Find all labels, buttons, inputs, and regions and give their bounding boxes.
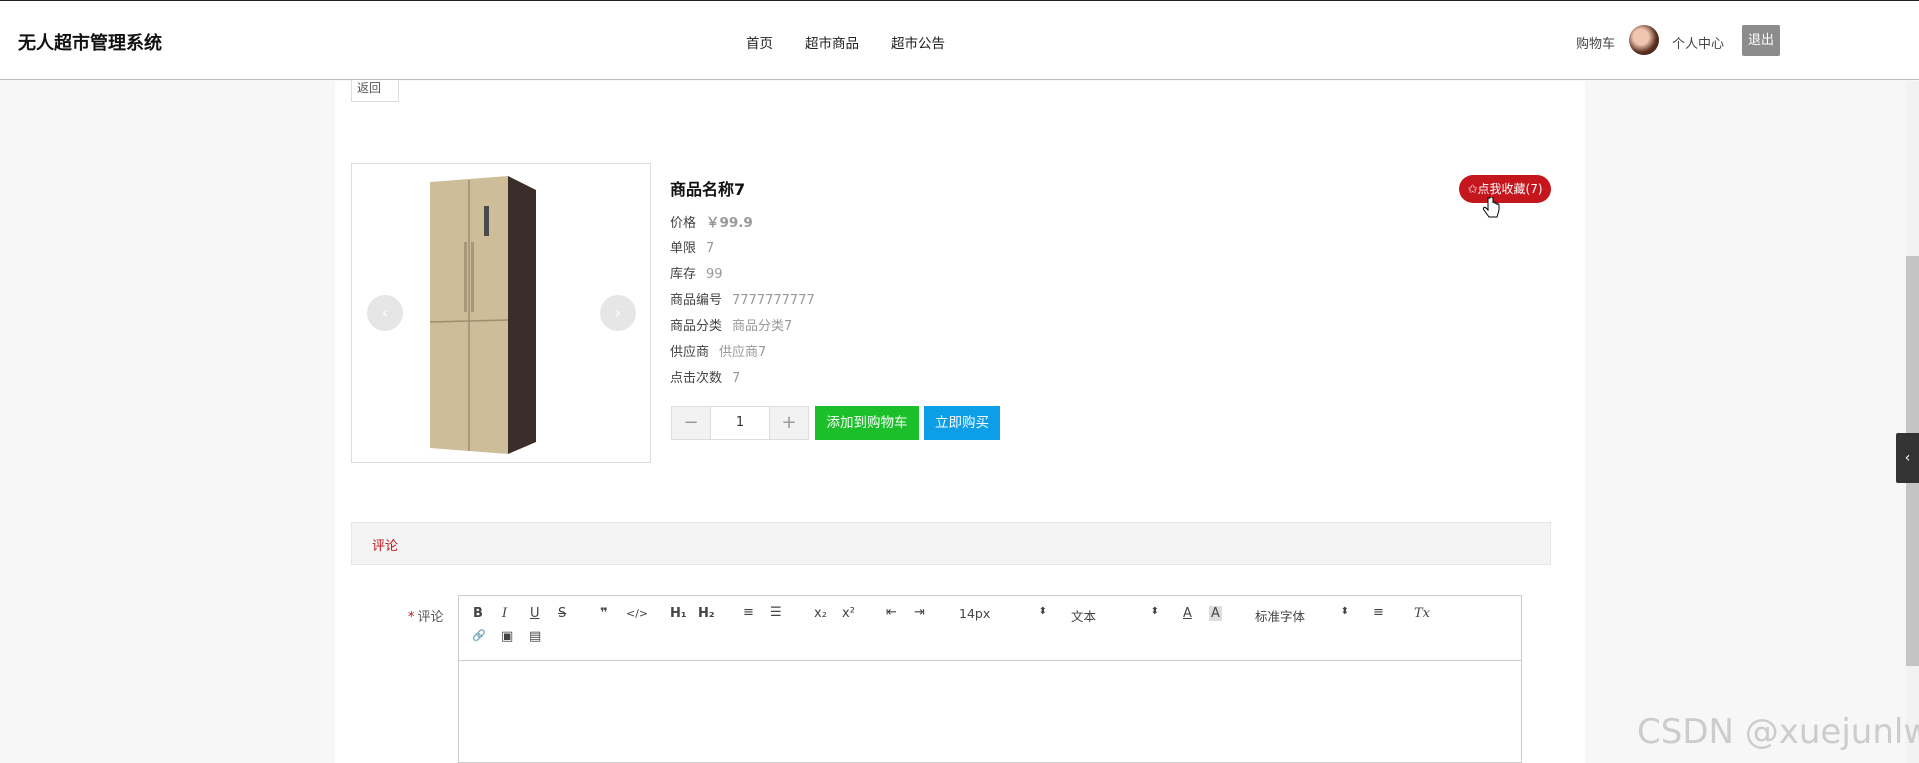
main-nav: 首页 超市商品 超市公告: [746, 32, 945, 52]
product-info: 商品名称7 价格 ￥99.9 单限 7 库存 99 商品编号 7777777777 商品…: [670, 176, 815, 392]
italic-button[interactable]: I: [502, 606, 507, 621]
nav-notices[interactable]: 超市公告: [891, 32, 945, 52]
field-click-count: 点击次数 7: [670, 366, 815, 392]
font-size-select[interactable]: 14px ⬍: [959, 606, 1047, 621]
field-label: 价格: [670, 216, 697, 231]
side-panel-toggle[interactable]: ‹: [1896, 433, 1919, 483]
font-color-button[interactable]: A: [1183, 606, 1192, 621]
field-stock: 库存 99: [670, 262, 815, 288]
align-button[interactable]: ≡: [1373, 605, 1384, 620]
subscript-button[interactable]: x₂: [814, 606, 827, 621]
carousel-next-button[interactable]: ›: [600, 295, 636, 331]
product-image: [429, 176, 536, 454]
hand-cursor-icon: [1482, 197, 1500, 218]
field-label: 商品编号: [670, 293, 723, 308]
field-label: 点击次数: [670, 371, 723, 386]
field-label: 库存: [670, 267, 697, 282]
comment-form-label: * 评论: [408, 606, 444, 625]
field-value: 99: [706, 267, 723, 282]
link-icon[interactable]: 🔗: [472, 629, 486, 642]
header-select[interactable]: 文本 ⬍: [1071, 606, 1159, 625]
quantity-increase-button[interactable]: +: [769, 406, 809, 440]
header-value: 文本: [1071, 609, 1097, 624]
outdent-button[interactable]: ⇤: [886, 605, 897, 620]
field-value: 7: [706, 241, 715, 256]
bold-button[interactable]: B: [473, 606, 483, 621]
editor-toolbar: B I U S ❞ </> H₁ H₂ ≡ ☰ x₂ x² ⇤ ⇥ 14px ⬍ …: [459, 596, 1521, 661]
comment-tab[interactable]: 评论: [351, 522, 1551, 565]
logout-button[interactable]: 退出: [1742, 25, 1780, 56]
field-category: 商品分类 商品分类7: [670, 314, 815, 340]
brand-title: 无人超市管理系统: [18, 33, 162, 54]
clean-format-button[interactable]: Tx: [1414, 606, 1430, 621]
nav-home[interactable]: 首页: [746, 32, 773, 52]
nav-products[interactable]: 超市商品: [805, 32, 859, 52]
underline-button[interactable]: U: [530, 606, 540, 621]
superscript-button[interactable]: x²: [842, 606, 855, 621]
font-size-value: 14px: [959, 606, 991, 621]
comment-label-text: 评论: [417, 610, 444, 625]
field-product-code: 商品编号 7777777777: [670, 288, 815, 314]
chevron-updown-icon: ⬍: [1038, 606, 1047, 617]
code-block-button[interactable]: </>: [626, 607, 648, 620]
quantity-input[interactable]: 1: [711, 406, 769, 440]
field-label: 商品分类: [670, 319, 723, 334]
carousel-prev-button[interactable]: ‹: [367, 295, 403, 331]
field-label: 单限: [670, 241, 697, 256]
field-value: 商品分类7: [732, 319, 793, 334]
add-to-cart-button[interactable]: 添加到购物车: [815, 406, 919, 440]
buy-now-button[interactable]: 立即购买: [924, 406, 1000, 440]
chevron-updown-icon: ⬍: [1340, 606, 1349, 617]
ordered-list-button[interactable]: ≡: [743, 605, 754, 620]
field-value: ￥99.9: [706, 215, 753, 231]
quantity-decrease-button[interactable]: −: [671, 406, 711, 440]
video-icon[interactable]: ▤: [529, 629, 541, 644]
field-value: 7777777777: [732, 293, 815, 308]
field-limit: 单限 7: [670, 236, 815, 262]
font-family-value: 标准字体: [1255, 609, 1306, 624]
editor-content-area[interactable]: [459, 661, 1521, 761]
user-area: 购物车 个人中心 退出: [1539, 25, 1919, 57]
field-value: 7: [732, 371, 741, 386]
heading-1-button[interactable]: H₁: [670, 606, 687, 621]
blockquote-button[interactable]: ❞: [600, 606, 608, 621]
avatar[interactable]: [1629, 25, 1659, 55]
field-price: 价格 ￥99.9: [670, 210, 815, 236]
field-supplier: 供应商 供应商7: [670, 340, 815, 366]
heading-2-button[interactable]: H₂: [698, 606, 715, 621]
favorite-button[interactable]: ✩点我收藏(7): [1459, 175, 1551, 203]
required-mark: *: [408, 610, 415, 625]
back-button[interactable]: 返回: [351, 80, 399, 102]
personal-center-link[interactable]: 个人中心: [1672, 33, 1724, 52]
image-icon[interactable]: ▣: [501, 629, 513, 644]
indent-button[interactable]: ⇥: [914, 605, 925, 620]
purchase-controls: − 1 + 添加到购物车 立即购买: [671, 406, 1000, 440]
field-label: 供应商: [670, 345, 710, 360]
cart-link[interactable]: 购物车: [1576, 33, 1615, 52]
field-value: 供应商7: [719, 345, 767, 360]
product-name: 商品名称7: [670, 180, 746, 199]
background-color-button[interactable]: A: [1209, 606, 1222, 621]
product-image-carousel: ‹ ›: [351, 163, 651, 463]
font-family-select[interactable]: 标准字体 ⬍: [1255, 606, 1349, 625]
top-navbar: 无人超市管理系统 首页 超市商品 超市公告 购物车 个人中心 退出: [0, 0, 1919, 80]
comment-tab-label: 评论: [372, 539, 399, 554]
bullet-list-button[interactable]: ☰: [770, 605, 782, 620]
chevron-updown-icon: ⬍: [1150, 606, 1159, 617]
rich-text-editor: B I U S ❞ </> H₁ H₂ ≡ ☰ x₂ x² ⇤ ⇥ 14px ⬍ …: [458, 595, 1522, 763]
strike-button[interactable]: S: [558, 606, 566, 621]
watermark: CSDN @xuejunlw: [1637, 712, 1919, 752]
